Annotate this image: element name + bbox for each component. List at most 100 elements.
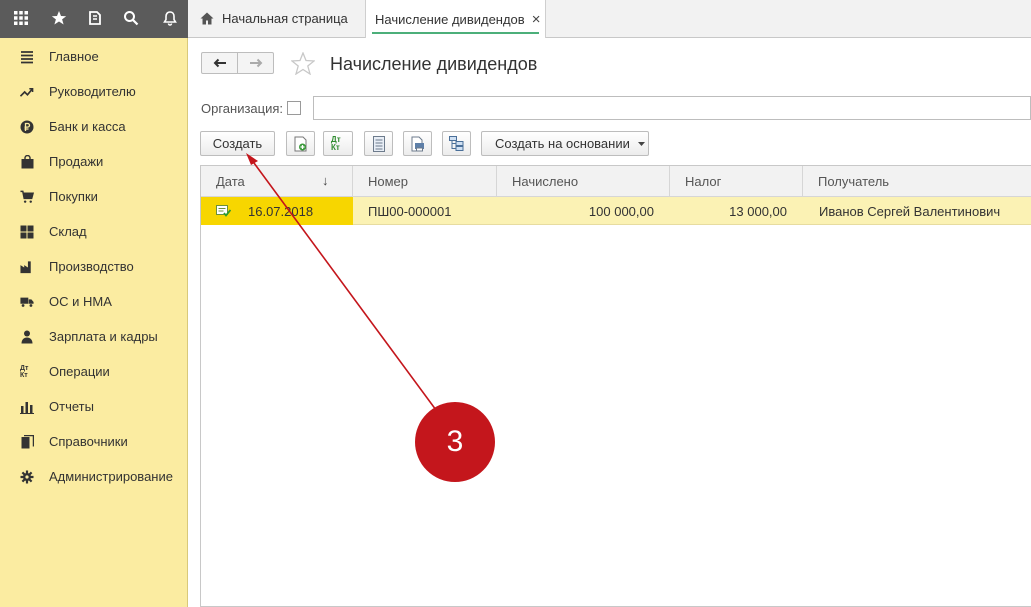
sidebar-item-label: Руководителю [49, 84, 136, 99]
sidebar-item-manager[interactable]: Руководителю [0, 74, 187, 109]
postings-button[interactable]: Дт Кт [323, 131, 353, 156]
sidebar-item-label: Операции [49, 364, 110, 379]
sidebar-item-sales[interactable]: Продажи [0, 144, 187, 179]
dividends-table: Дата ↓ Номер Начислено Налог Получатель … [200, 165, 1031, 607]
column-header-date[interactable]: Дата ↓ [201, 166, 353, 197]
tab-dividends-label: Начисление дивидендов [375, 11, 525, 27]
column-header-tax[interactable]: Налог [670, 166, 803, 197]
sidebar-item-label: Зарплата и кадры [49, 329, 158, 344]
dropdown-caret-icon [637, 141, 645, 146]
column-header-recipient[interactable]: Получатель [803, 166, 1031, 197]
bar-chart-icon [20, 400, 34, 414]
structure-button[interactable] [442, 131, 471, 156]
tab-bar: Начальная страница Начисление дивидендов… [188, 0, 1031, 38]
notifications-bell-icon[interactable] [151, 0, 189, 36]
cart-icon [20, 190, 34, 204]
sidebar-item-warehouse[interactable]: Склад [0, 214, 187, 249]
sidebar-item-assets[interactable]: ОС и НМА [0, 284, 187, 319]
annotation-step-badge: 3 [415, 402, 495, 482]
page-title: Начисление дивидендов [330, 54, 538, 74]
arrow-right-icon [249, 58, 263, 68]
column-header-label: Получатель [818, 174, 890, 189]
menu-lines-icon [20, 50, 34, 64]
home-icon [200, 12, 214, 25]
sidebar-item-label: Склад [49, 224, 87, 239]
create-button[interactable]: Создать [200, 131, 275, 156]
history-icon[interactable] [76, 0, 114, 36]
sidebar-item-label: Справочники [49, 434, 128, 449]
sidebar-item-main[interactable]: Главное [0, 39, 187, 74]
list-button[interactable] [364, 131, 393, 156]
column-header-label: Номер [368, 174, 409, 189]
arrow-left-icon [213, 58, 227, 68]
top-icon-panel [0, 0, 188, 38]
sidebar: Главное Руководителю Банк и касса Продаж… [0, 38, 188, 607]
books-icon [20, 435, 34, 449]
truck-icon [20, 295, 34, 309]
apps-grid-icon[interactable] [2, 0, 40, 36]
back-button[interactable] [201, 52, 238, 74]
favorite-star-icon[interactable] [291, 52, 315, 75]
sidebar-item-operations[interactable]: Дт Кт Операции [0, 354, 187, 389]
create-based-on-button[interactable]: Создать на основании [481, 131, 649, 156]
document-list-icon [372, 135, 385, 152]
organization-input[interactable] [313, 96, 1031, 120]
structure-tree-icon [449, 136, 464, 151]
organization-label: Организация: [201, 101, 284, 116]
sidebar-item-references[interactable]: Справочники [0, 424, 187, 459]
favorites-star-icon[interactable] [40, 0, 78, 36]
sidebar-item-reports[interactable]: Отчеты [0, 389, 187, 424]
sidebar-item-label: Главное [49, 49, 99, 64]
cell-date[interactable]: 16.07.2018 [201, 197, 353, 225]
ruble-coin-icon [20, 120, 34, 134]
factory-icon [20, 260, 34, 274]
tab-dividends[interactable]: Начисление дивидендов × [365, 0, 546, 38]
print-button[interactable] [403, 131, 432, 156]
column-header-label: Начислено [512, 174, 579, 189]
main-content: Начисление дивидендов Организация: Созда… [188, 38, 1031, 607]
column-header-label: Налог [685, 174, 722, 189]
organization-checkbox[interactable] [287, 101, 301, 115]
print-document-icon [410, 136, 425, 152]
date-value: 16.07.2018 [248, 203, 314, 219]
shopping-bag-icon [20, 155, 34, 169]
sidebar-item-label: Покупки [49, 189, 98, 204]
create-based-on-label: Создать на основании [495, 136, 630, 151]
sidebar-item-label: ОС и НМА [49, 294, 112, 309]
warehouse-grid-icon [20, 225, 34, 239]
forward-button[interactable] [237, 52, 274, 74]
top-bar: Начальная страница Начисление дивидендов… [0, 0, 1031, 38]
copy-button[interactable] [286, 131, 315, 156]
column-header-label: Дата [216, 174, 245, 189]
gear-icon [20, 470, 34, 484]
trend-up-icon [20, 85, 34, 99]
search-icon[interactable] [112, 0, 150, 36]
column-header-number[interactable]: Номер [353, 166, 497, 197]
copy-document-icon [294, 136, 308, 152]
sidebar-item-production[interactable]: Производство [0, 249, 187, 284]
sidebar-item-label: Продажи [49, 154, 104, 169]
debit-credit-icon: Дт Кт [331, 134, 341, 152]
cell-recipient[interactable]: Иванов Сергей Валентинович [803, 197, 1031, 225]
cell-accrued[interactable]: 100 000,00 [497, 197, 670, 225]
sidebar-item-admin[interactable]: Администрирование [0, 459, 187, 494]
tab-home-label: Начальная страница [222, 11, 348, 26]
cell-tax[interactable]: 13 000,00 [670, 197, 803, 225]
sidebar-item-label: Отчеты [49, 399, 94, 414]
tab-home[interactable]: Начальная страница [200, 0, 360, 37]
cell-number[interactable]: ПШ00-000001 [353, 197, 497, 225]
sidebar-item-label: Администрирование [49, 469, 173, 484]
sort-arrow-icon: ↓ [322, 173, 329, 188]
column-header-accrued[interactable]: Начислено [497, 166, 670, 197]
table-header: Дата ↓ Номер Начислено Налог Получатель [201, 166, 1031, 197]
table-row[interactable]: 16.07.2018 ПШ00-000001 100 000,00 13 000… [201, 197, 1031, 225]
debit-credit-icon: Дт Кт [20, 365, 29, 379]
person-icon [20, 330, 34, 344]
posted-document-icon [216, 205, 231, 217]
sidebar-item-label: Банк и касса [49, 119, 126, 134]
sidebar-item-label: Производство [49, 259, 134, 274]
sidebar-item-purchases[interactable]: Покупки [0, 179, 187, 214]
sidebar-item-bank[interactable]: Банк и касса [0, 109, 187, 144]
sidebar-item-salary[interactable]: Зарплата и кадры [0, 319, 187, 354]
close-icon[interactable]: × [532, 11, 541, 28]
